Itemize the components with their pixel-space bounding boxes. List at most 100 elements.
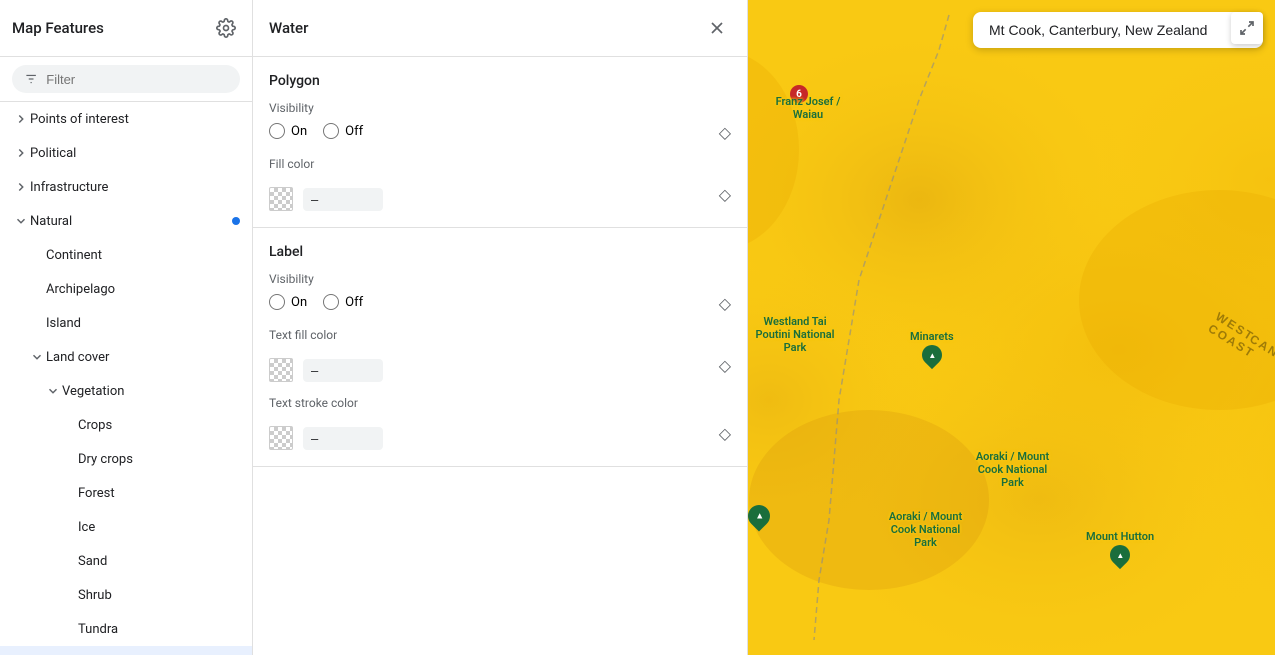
fill-color-field: Fill color ◇ — [269, 157, 731, 211]
search-bar — [973, 12, 1263, 48]
tree-item-dry-crops[interactable]: Dry crops — [0, 442, 252, 476]
filter-icon — [24, 71, 38, 87]
polygon-off-option[interactable]: Off — [323, 123, 363, 139]
tree-item-label-infrastructure: Infrastructure — [30, 180, 240, 195]
label-visibility-row: On Off ◇ — [269, 294, 731, 314]
west-coast-label-2: WEST COAST — [1206, 309, 1275, 368]
poi-aoraki-1-label: Aoraki / Mount Cook National Park — [970, 450, 1055, 489]
polygon-on-radio[interactable] — [269, 123, 285, 139]
tree-item-crops[interactable]: Crops — [0, 408, 252, 442]
tree-item-water[interactable]: Water — [0, 646, 252, 655]
label-on-option[interactable]: On — [269, 294, 307, 310]
label-on-radio[interactable] — [269, 294, 285, 310]
text-stroke-diamond-button[interactable]: ◇ — [719, 424, 731, 444]
page-title: Map Features — [12, 19, 104, 37]
polygon-radio-row: On Off — [269, 123, 363, 139]
polygon-title: Polygon — [269, 73, 731, 89]
tree-item-vegetation[interactable]: Vegetation — [0, 374, 252, 408]
tree-item-shrub[interactable]: Shrub — [0, 578, 252, 612]
text-stroke-label: Text stroke color — [269, 396, 731, 410]
text-fill-input-row — [269, 358, 383, 382]
label-on-label: On — [291, 295, 307, 310]
tree-item-sand[interactable]: Sand — [0, 544, 252, 578]
fill-color-diamond-button[interactable]: ◇ — [719, 185, 731, 205]
fill-color-swatch[interactable] — [269, 187, 293, 211]
tree-item-label-shrub: Shrub — [78, 588, 240, 603]
tree-item-label-points-of-interest: Points of interest — [30, 112, 240, 127]
polygon-visibility-row: On Off ◇ — [269, 123, 731, 143]
fill-color-input-row — [269, 187, 383, 211]
fill-color-input[interactable] — [303, 188, 383, 211]
text-stroke-row: ◇ — [269, 418, 731, 450]
tree-item-infrastructure[interactable]: Infrastructure — [0, 170, 252, 204]
poi-mount-hutton-label: Mount Hutton — [1086, 530, 1154, 543]
middle-header: Water — [253, 0, 747, 57]
text-fill-label: Text fill color — [269, 328, 731, 342]
label-off-radio[interactable] — [323, 294, 339, 310]
left-header: Map Features — [0, 0, 252, 57]
tree-item-natural[interactable]: Natural — [0, 204, 252, 238]
poi-aoraki-2-label: Aoraki / Mount Cook National Park — [883, 510, 968, 549]
text-stroke-input[interactable] — [303, 427, 383, 450]
tree-item-land-cover[interactable]: Land cover — [0, 340, 252, 374]
text-stroke-input-row — [269, 426, 383, 450]
text-fill-swatch[interactable] — [269, 358, 293, 382]
polygon-visibility-label: Visibility — [269, 101, 731, 115]
poi-small-pin-1: ▲ — [748, 505, 770, 527]
poi-westland: Westland Tai Poutini National Park — [750, 315, 840, 354]
fill-color-row: ◇ — [269, 179, 731, 211]
tree-item-continent[interactable]: Continent — [0, 238, 252, 272]
collapse-icon — [12, 212, 30, 230]
tree-item-forest[interactable]: Forest — [0, 476, 252, 510]
collapse-icon — [28, 348, 46, 366]
tree-item-label-vegetation: Vegetation — [62, 384, 240, 399]
tree-item-label-natural: Natural — [30, 214, 228, 229]
middle-panel-title: Water — [269, 19, 308, 37]
text-fill-diamond-button[interactable]: ◇ — [719, 356, 731, 376]
polygon-on-label: On — [291, 124, 307, 139]
filter-input[interactable] — [46, 72, 228, 87]
tree-item-tundra[interactable]: Tundra — [0, 612, 252, 646]
tree-container: Points of interest Political Infrastruct… — [0, 102, 252, 655]
tree-item-archipelago[interactable]: Archipelago — [0, 272, 252, 306]
poi-franz-josef-label: Franz Josef / Waiau — [768, 95, 848, 121]
expand-icon — [12, 110, 30, 128]
polygon-off-radio[interactable] — [323, 123, 339, 139]
text-stroke-field: Text stroke color ◇ — [269, 396, 731, 450]
tree-item-points-of-interest[interactable]: Points of interest — [0, 102, 252, 136]
label-visibility-diamond-button[interactable]: ◇ — [719, 294, 731, 314]
tree-item-ice[interactable]: Ice — [0, 510, 252, 544]
tree-item-label-sand: Sand — [78, 554, 240, 569]
label-off-label: Off — [345, 295, 363, 310]
tree-item-island[interactable]: Island — [0, 306, 252, 340]
close-button[interactable] — [703, 14, 731, 42]
expand-icon — [12, 178, 30, 196]
label-section: Label Visibility On Off ◇ Text fill colo… — [253, 228, 747, 467]
poi-aoraki-1: Aoraki / Mount Cook National Park — [970, 450, 1055, 489]
text-fill-input[interactable] — [303, 359, 383, 382]
tree-item-political[interactable]: Political — [0, 136, 252, 170]
modified-indicator — [232, 217, 240, 225]
polygon-visibility-diamond-button[interactable]: ◇ — [719, 123, 731, 143]
map-search-input[interactable] — [973, 12, 1263, 48]
poi-minarets: Minarets ▲ — [910, 330, 954, 365]
label-off-option[interactable]: Off — [323, 294, 363, 310]
left-panel: Map Features Points of interest Politica… — [0, 0, 253, 655]
tree-item-label-dry-crops: Dry crops — [78, 452, 240, 467]
poi-franz-josef: Franz Josef / Waiau — [768, 95, 848, 121]
settings-button[interactable] — [212, 14, 240, 42]
map-area[interactable]: WEST COAST CANTERBURY WEST COAST CANTERB… — [748, 0, 1275, 655]
filter-row — [0, 57, 252, 102]
tree-item-label-political: Political — [30, 146, 240, 161]
polygon-on-option[interactable]: On — [269, 123, 307, 139]
tree-item-label-forest: Forest — [78, 486, 240, 501]
map-terrain — [748, 0, 1275, 655]
poi-minarets-label: Minarets — [910, 330, 954, 343]
text-stroke-swatch[interactable] — [269, 426, 293, 450]
label-radio-row: On Off — [269, 294, 363, 310]
expand-icon — [12, 144, 30, 162]
polygon-section: Polygon Visibility On Off ◇ Fill color — [253, 57, 747, 228]
tree-item-label-island: Island — [46, 316, 240, 331]
label-title: Label — [269, 244, 731, 260]
fullscreen-button[interactable] — [1231, 12, 1263, 44]
